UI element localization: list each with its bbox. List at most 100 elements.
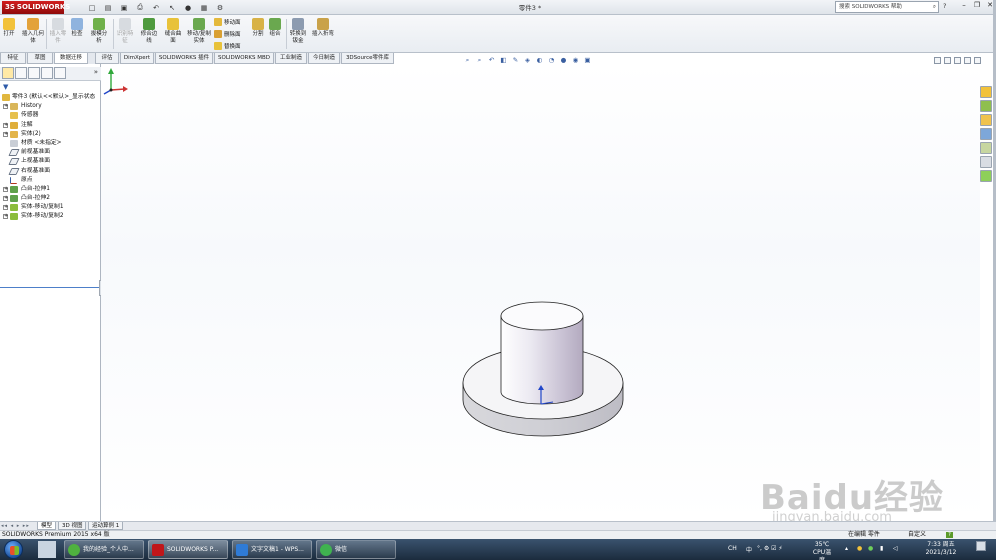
file-properties-icon[interactable]: ▦ (198, 2, 210, 13)
combine-edges-button[interactable]: 修合边线 (139, 18, 159, 44)
volume-icon[interactable]: ◁ (893, 545, 898, 552)
tree-item-annotations[interactable]: + 注解 (0, 121, 101, 130)
viewport-icon[interactable] (954, 57, 961, 64)
expand-icon[interactable]: + (3, 196, 8, 202)
open-document-icon[interactable]: ▤ (102, 2, 114, 13)
zoom-to-fit-icon[interactable]: ⌕ (463, 56, 472, 64)
tab-3d-views[interactable]: 3D 视图 (58, 522, 87, 530)
quick-tips-button[interactable]: ? (946, 532, 953, 538)
move-face-button[interactable]: 移动面 (214, 18, 241, 26)
tree-item-front-plane[interactable]: 前视基准面 (0, 148, 101, 157)
show-desktop-button[interactable] (976, 541, 986, 551)
viewport-icon[interactable] (964, 57, 971, 64)
view-orientation-icon[interactable]: ◈ (523, 56, 532, 64)
network-icon[interactable]: ▮ (880, 545, 883, 552)
file-explorer-icon[interactable] (980, 114, 992, 126)
tab-3dsource-library[interactable]: 3DSource零件库 (341, 53, 394, 64)
dynamic-annotation-icon[interactable]: ✎ (511, 56, 520, 64)
viewport-icon[interactable] (934, 57, 941, 64)
split-button[interactable]: 分割 (252, 18, 264, 38)
view-palette-icon[interactable] (980, 128, 992, 140)
section-view-icon[interactable]: ◧ (499, 56, 508, 64)
taskbar-wps[interactable]: 文字文稿1 - WPS... (232, 540, 312, 559)
replace-face-button[interactable]: 替换面 (214, 42, 241, 50)
check-button[interactable]: 检查 (71, 18, 83, 38)
appearances-icon[interactable] (980, 142, 992, 154)
expand-icon[interactable]: + (3, 104, 8, 110)
design-library-icon[interactable] (980, 100, 992, 112)
taskbar-solidworks[interactable]: SOLIDWORKS P... (148, 540, 228, 559)
display-style-icon[interactable]: ◐ (535, 56, 544, 64)
chevron-right-icon[interactable]: » (94, 68, 98, 76)
open-button[interactable]: 打开 (3, 18, 15, 38)
expand-icon[interactable]: + (3, 214, 8, 220)
ime-indicator[interactable]: 中 (746, 545, 752, 554)
display-manager-icon[interactable] (54, 67, 66, 79)
cpu-temperature[interactable]: 35℃ CPU温度 (811, 541, 833, 560)
featuremanager-tree-icon[interactable] (2, 67, 14, 79)
tree-item-top-plane[interactable]: 上视基准面 (0, 157, 101, 166)
tree-item-body-move-copy2[interactable]: + 实体-移动/复制2 (0, 212, 101, 221)
solidworks-resources-icon[interactable] (980, 86, 992, 98)
tab-nav-arrows-icon[interactable]: ◂◂ ◂ ▸ ▸▸ (1, 523, 30, 529)
tree-item-boss-extrude1[interactable]: + 凸台-拉伸1 (0, 185, 101, 194)
save-icon[interactable]: ▣ (118, 2, 130, 13)
new-document-icon[interactable]: □ (86, 2, 98, 13)
delete-face-button[interactable]: 删除面 (214, 30, 241, 38)
clock[interactable]: 7:33 周五 2021/3/12 (921, 541, 961, 557)
previous-view-icon[interactable]: ↶ (487, 56, 496, 64)
help-icon[interactable]: ? (943, 2, 946, 10)
stitch-surface-button[interactable]: 缝合曲面 (163, 18, 183, 44)
expand-icon[interactable]: + (3, 186, 8, 192)
convert-to-sheetmetal-button[interactable]: 转换到钣金 (288, 18, 308, 44)
undo-icon[interactable]: ↶ (150, 2, 162, 13)
options-icon[interactable]: ⚙ (214, 2, 226, 13)
viewport-icon[interactable] (944, 57, 951, 64)
language-indicator[interactable]: CH (728, 545, 737, 552)
select-icon[interactable]: ↖ (166, 2, 178, 13)
tray-expand-icon[interactable]: ▴ (845, 545, 848, 552)
forum-icon[interactable] (980, 170, 992, 182)
tab-solidworks-mbd[interactable]: SOLIDWORKS MBD (214, 53, 274, 64)
tree-item-origin[interactable]: 原点 (0, 176, 101, 185)
tree-root[interactable]: 零件3 (默认<<默认>_显示状态 (0, 93, 101, 102)
help-search-input[interactable]: 搜索 SOLIDWORKS 帮助 ⌕ (835, 1, 939, 13)
configuration-manager-icon[interactable] (28, 67, 40, 79)
tray-app-icon[interactable]: ● (857, 545, 862, 552)
apply-scene-icon[interactable]: ◉ (571, 56, 580, 64)
tab-data-migration[interactable]: 数据迁移 (54, 53, 88, 64)
units-selector[interactable]: 自定义 (908, 531, 926, 539)
tab-sketch[interactable]: 草图 (27, 53, 53, 64)
combine-button[interactable]: 组合 (269, 18, 281, 38)
hide-show-items-icon[interactable]: ◔ (547, 56, 556, 64)
graphics-area[interactable] (101, 64, 980, 521)
rollback-bar[interactable] (0, 287, 101, 288)
rebuild-icon[interactable]: ● (182, 2, 194, 13)
tab-evaluate[interactable]: 评估 (95, 53, 119, 64)
recognize-features-button[interactable]: 识别特征 (115, 18, 135, 44)
tree-item-sensors[interactable]: 传感器 (0, 111, 101, 120)
insert-part-button[interactable]: 插入零件 (48, 18, 68, 44)
expand-icon[interactable]: + (3, 205, 8, 211)
edit-appearance-icon[interactable]: ● (559, 56, 568, 64)
tab-solidworks-addins[interactable]: SOLIDWORKS 插件 (155, 53, 213, 64)
print-icon[interactable]: ⎙ (134, 2, 146, 13)
view-settings-icon[interactable]: ▣ (583, 56, 592, 64)
tab-motion-study[interactable]: 运动算例 1 (88, 522, 124, 530)
tree-item-boss-extrude2[interactable]: + 凸台-拉伸2 (0, 194, 101, 203)
restore-icon[interactable]: ❐ (972, 1, 982, 12)
tab-model[interactable]: 模型 (37, 522, 57, 530)
property-manager-icon[interactable] (15, 67, 27, 79)
dimxpert-manager-icon[interactable] (41, 67, 53, 79)
tab-today-manufacturing[interactable]: 今日制造 (308, 53, 340, 64)
tree-item-solid-bodies[interactable]: + 实体(2) (0, 130, 101, 139)
cylinder-top[interactable] (500, 301, 584, 331)
expand-icon[interactable]: + (3, 131, 8, 137)
ime-toolbar-icons[interactable]: °, ⚙ ☑ ⚡ (757, 545, 783, 552)
tab-dimxpert[interactable]: DimXpert (120, 53, 154, 64)
file-explorer-pin-icon[interactable] (38, 541, 56, 558)
tree-item-body-move-copy1[interactable]: + 实体-移动/复制1 (0, 203, 101, 212)
start-button[interactable] (4, 540, 23, 559)
search-icon[interactable]: ⌕ (933, 2, 936, 13)
expand-icon[interactable]: + (3, 122, 8, 128)
